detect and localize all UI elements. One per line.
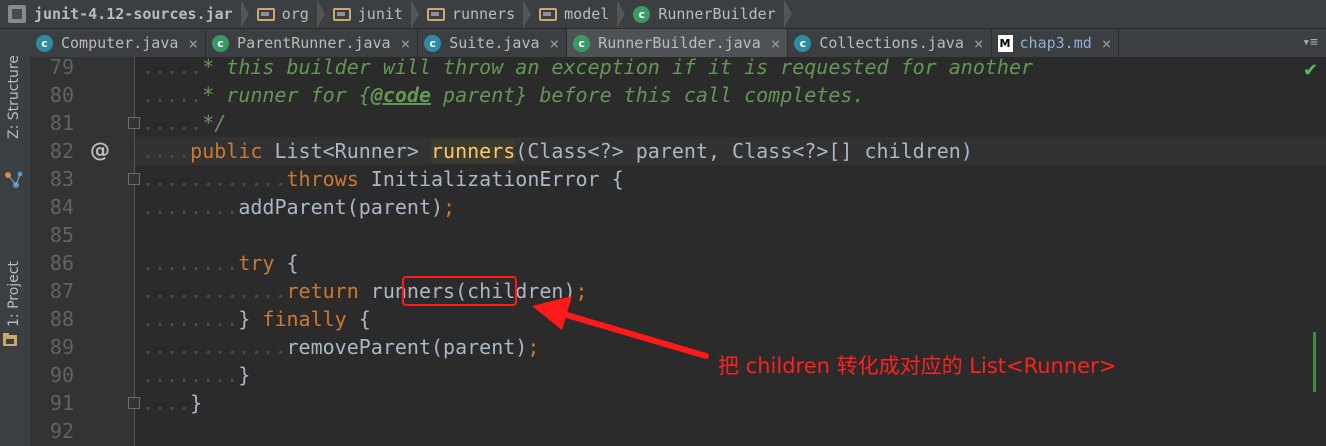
scrollbar-change-marker[interactable]: [1313, 332, 1316, 392]
annotation-arrow: [532, 296, 709, 359]
check-icon[interactable]: ✔: [1303, 60, 1318, 81]
annotation-label: 把 children 转化成对应的 List<Runner>: [718, 354, 1117, 378]
